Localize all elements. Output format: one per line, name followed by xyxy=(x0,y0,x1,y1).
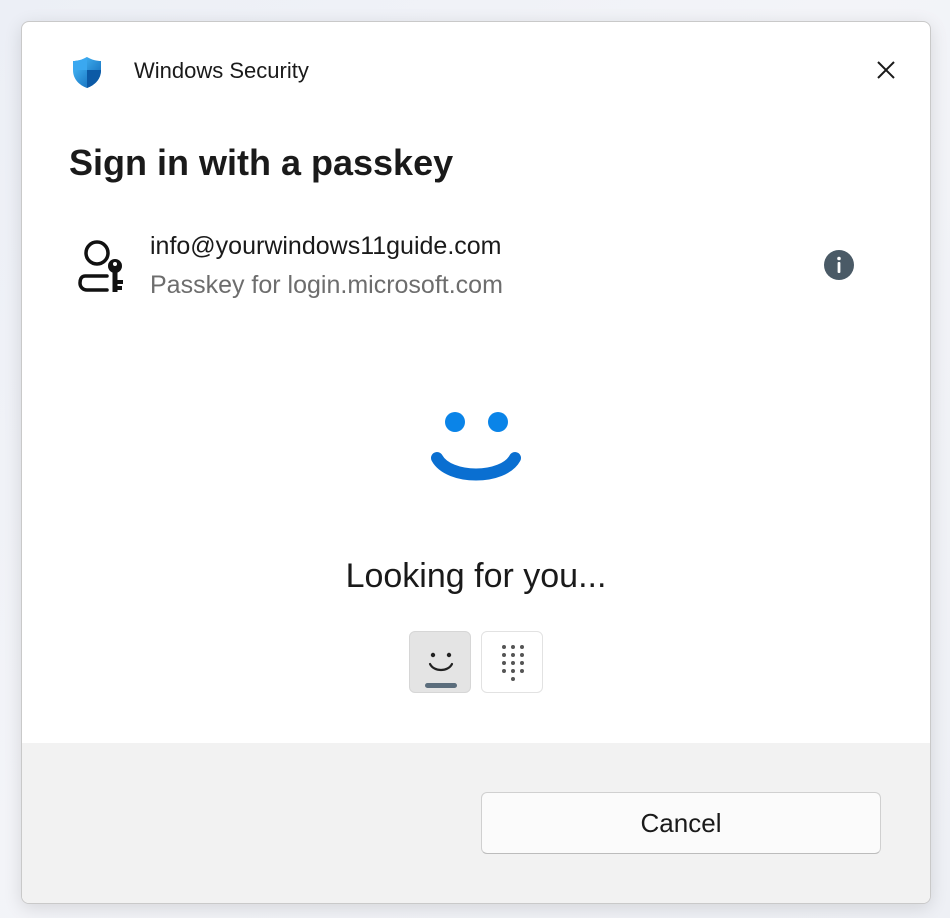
selected-indicator xyxy=(425,683,457,688)
close-icon[interactable] xyxy=(872,56,900,84)
windows-hello-face-icon xyxy=(431,412,521,481)
title-bar: Windows Security xyxy=(22,22,930,122)
dialog-footer: Cancel xyxy=(22,743,930,903)
pin-method-button[interactable] xyxy=(481,631,543,693)
face-method-button[interactable] xyxy=(409,631,471,693)
info-icon[interactable] xyxy=(823,249,855,281)
status-text: Looking for you... xyxy=(345,557,607,595)
account-row: info@yourwindows11guide.com Passkey for … xyxy=(77,230,877,310)
pin-keypad-icon xyxy=(502,645,524,681)
account-email: info@yourwindows11guide.com xyxy=(150,232,502,260)
windows-security-shield-icon xyxy=(73,57,101,88)
cancel-button[interactable]: Cancel xyxy=(481,792,881,854)
user-key-icon xyxy=(78,240,123,292)
app-title: Windows Security xyxy=(134,58,309,83)
windows-security-dialog: Windows Security Sign in with a passkey … xyxy=(21,21,931,904)
passkey-subtitle: Passkey for login.microsoft.com xyxy=(150,271,503,299)
dialog-heading: Sign in with a passkey xyxy=(69,142,454,183)
